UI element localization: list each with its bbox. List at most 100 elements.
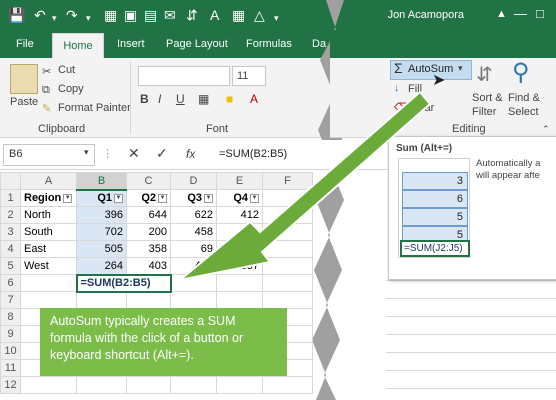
cell[interactable]: 69 — [170, 240, 217, 258]
cell[interactable]: 702 — [76, 223, 127, 241]
column-header-f[interactable]: F — [262, 172, 313, 190]
row-header[interactable]: 1 — [0, 189, 21, 207]
magnifier-icon[interactable]: ⚲ — [512, 58, 530, 87]
cell-a1[interactable]: Region ▼ — [20, 189, 77, 207]
column-header-a[interactable]: A — [20, 172, 77, 190]
cell[interactable] — [170, 291, 217, 309]
row-header[interactable]: 8 — [0, 308, 21, 326]
cell[interactable]: 469 — [170, 257, 217, 275]
cell[interactable] — [20, 291, 77, 309]
format-painter-button[interactable]: Format Painter — [58, 102, 131, 114]
format-painter-icon[interactable]: ✎ — [42, 102, 51, 115]
undo-dropdown-icon[interactable]: ▾ — [52, 10, 57, 26]
column-header-c[interactable]: C — [126, 172, 171, 190]
tab-page-layout[interactable]: Page Layout — [166, 38, 228, 50]
mail-icon[interactable]: ✉ — [164, 7, 176, 23]
filter-dropdown-icon[interactable]: ▼ — [63, 193, 73, 203]
cell-d1[interactable]: Q3 ▼ — [170, 189, 217, 207]
row-header[interactable]: 4 — [0, 240, 21, 258]
cell[interactable]: 729 — [216, 223, 263, 241]
font-color-button-icon[interactable]: A — [250, 92, 258, 106]
find-select-label-2[interactable]: Select — [508, 106, 539, 118]
filter-dropdown-icon[interactable]: ▼ — [114, 193, 123, 203]
cut-button[interactable]: Cut — [58, 64, 75, 76]
form-icon[interactable]: ▦ — [232, 7, 245, 23]
tab-formulas[interactable]: Formulas — [246, 38, 292, 50]
redo-dropdown-icon[interactable]: ▾ — [86, 10, 91, 26]
camera-icon[interactable]: ▣ — [124, 7, 137, 23]
cell[interactable]: 200 — [126, 223, 171, 241]
minimize-icon[interactable]: — — [514, 6, 527, 21]
filter-dropdown-icon[interactable]: ▼ — [158, 193, 167, 203]
active-cell-b6[interactable]: =SUM(B2:B5) — [75, 273, 172, 293]
row-header[interactable]: 10 — [0, 342, 21, 360]
cell[interactable]: East — [20, 240, 77, 258]
column-header-e[interactable]: E — [216, 172, 263, 190]
cell[interactable]: 622 — [170, 206, 217, 224]
cell[interactable] — [20, 376, 77, 394]
sort-icon[interactable]: ⇵ — [186, 7, 198, 23]
cell[interactable] — [76, 291, 127, 309]
cell[interactable] — [20, 274, 77, 292]
save-icon[interactable]: 💾 — [8, 7, 25, 23]
row-header[interactable]: 11 — [0, 359, 21, 377]
cell[interactable] — [126, 376, 171, 394]
customize-icon[interactable]: ▾ — [274, 10, 279, 26]
preview-icon[interactable]: ▤ — [144, 7, 157, 23]
cell[interactable]: North — [20, 206, 77, 224]
redo-icon[interactable]: ↷ — [66, 7, 78, 23]
cell[interactable]: 358 — [126, 240, 171, 258]
cell[interactable] — [216, 274, 263, 292]
row-header[interactable]: 12 — [0, 376, 21, 394]
cell[interactable] — [262, 274, 313, 292]
font-size-combo[interactable]: 11 — [232, 66, 266, 86]
column-header-b[interactable]: B — [76, 172, 127, 191]
cell[interactable] — [76, 376, 127, 394]
cell[interactable] — [262, 206, 313, 224]
font-name-combo[interactable] — [138, 66, 230, 86]
fill-icon[interactable]: ↓ — [394, 82, 400, 94]
cell[interactable] — [170, 274, 217, 292]
cell-b1[interactable]: Q1 ▼ — [76, 189, 127, 207]
cell[interactable] — [262, 376, 313, 394]
copy-button[interactable]: Copy — [58, 83, 84, 95]
select-all-corner[interactable] — [0, 172, 21, 190]
sort-filter-label-2[interactable]: Filter — [472, 106, 496, 118]
cell[interactable]: 412 — [216, 206, 263, 224]
collapse-ribbon-icon[interactable]: ⌃ — [542, 124, 550, 135]
cell[interactable]: 264 — [76, 257, 127, 275]
fill-color-icon[interactable]: ■ — [226, 92, 233, 106]
name-box[interactable]: B6 — [3, 144, 95, 166]
cell[interactable] — [262, 257, 313, 275]
underline-button[interactable]: U — [176, 92, 185, 106]
cell[interactable]: West — [20, 257, 77, 275]
shape-icon[interactable]: △ — [254, 7, 265, 23]
autosum-dropdown-icon[interactable]: ▾ — [458, 63, 463, 74]
cell[interactable] — [170, 376, 217, 394]
tab-home[interactable]: Home — [52, 33, 104, 58]
cell-e1[interactable]: Q4 ▼ — [216, 189, 263, 207]
row-header[interactable]: 7 — [0, 291, 21, 309]
italic-button[interactable]: I — [158, 92, 161, 106]
table-icon[interactable]: ▦ — [104, 7, 117, 23]
cell[interactable]: 252 — [216, 240, 263, 258]
scissors-icon[interactable]: ✂ — [42, 65, 51, 78]
row-header[interactable]: 3 — [0, 223, 21, 241]
name-box-dropdown-icon[interactable]: ▾ — [84, 147, 89, 158]
cell[interactable]: 396 — [76, 206, 127, 224]
find-select-label-1[interactable]: Find & — [508, 92, 540, 104]
user-name[interactable]: Jon Acamopora — [388, 9, 464, 21]
enter-icon[interactable]: ✓ — [156, 145, 168, 162]
formula-input[interactable]: =SUM(B2:B5) — [215, 144, 335, 166]
cell[interactable]: 357 — [216, 257, 263, 275]
fill-button[interactable]: Fill — [408, 83, 422, 95]
undo-icon[interactable]: ↶ — [34, 7, 46, 23]
copy-icon[interactable]: ⧉ — [42, 84, 50, 97]
row-header[interactable]: 9 — [0, 325, 21, 343]
cell-f1[interactable] — [262, 189, 313, 207]
sort-filter-icon[interactable]: ⇵ — [476, 62, 493, 87]
cell[interactable]: 644 — [126, 206, 171, 224]
clear-button[interactable]: Clear — [408, 102, 434, 114]
paste-button[interactable]: Paste — [10, 96, 38, 108]
cell[interactable]: South — [20, 223, 77, 241]
